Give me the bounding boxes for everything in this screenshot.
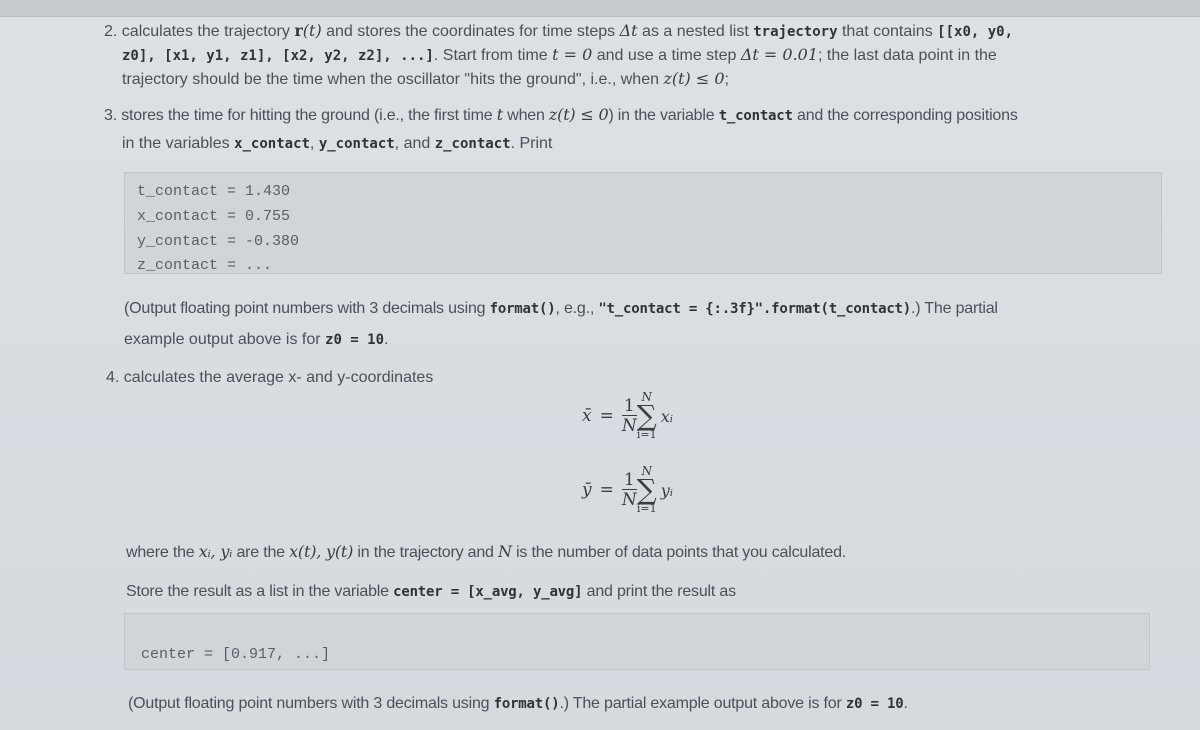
explain-line2: Store the result as a list in the variab…: [126, 583, 736, 600]
item3-number: 3.: [104, 107, 117, 124]
summation-symbol: N ∑ i=1: [636, 390, 657, 441]
explain-line1: where the xᵢ, yᵢ are the x(t), y(t) in t…: [126, 542, 847, 561]
output-example-contact: t_contact = 1.430 x_contact = 0.755 y_co…: [124, 172, 1162, 274]
code-list: z0], [x1, y1, z1], [x2, y2, z2], ...]: [122, 48, 434, 64]
formula-x-average: x̄ = 1 N N ∑ i=1 xᵢ: [582, 390, 673, 441]
top-bar: [0, 0, 1200, 17]
item4-line: 4. calculates the average x- and y-coord…: [106, 369, 434, 386]
output-line: t_contact = 1.430: [137, 183, 291, 200]
output-line: x_contact = 0.755: [137, 208, 291, 225]
item2-line3: trajectory should be the time when the o…: [122, 69, 729, 88]
output-line: z_contact = ...: [137, 257, 273, 274]
code-trajectory: trajectory: [753, 24, 838, 40]
output-line: y_contact = -0.380: [137, 233, 300, 250]
item2-number: 2.: [104, 23, 118, 40]
code-center: center = [x_avg, y_avg]: [393, 584, 583, 600]
note1-line2: example output above is for z0 = 10.: [124, 331, 389, 348]
item3-line2: in the variables x_contact, y_contact, a…: [122, 135, 553, 152]
formula-y-average: ȳ = 1 N N ∑ i=1 yᵢ: [582, 464, 673, 515]
item2-line1: 2. calculates the trajectory r(t) and st…: [104, 21, 1014, 40]
note2-line: (Output floating point numbers with 3 de…: [128, 695, 908, 712]
output-line: center = [0.917, ...]: [141, 646, 331, 663]
assignment-page: 2. calculates the trajectory r(t) and st…: [0, 17, 1200, 730]
summation-symbol: N ∑ i=1: [636, 464, 657, 515]
item3-line1: 3. stores the time for hitting the groun…: [104, 105, 1018, 124]
item2-line2: z0], [x1, y1, z1], [x2, y2, z2], ...]. S…: [122, 45, 997, 64]
math-delta-t: Δt: [619, 21, 638, 40]
note1-line1: (Output floating point numbers with 3 de…: [124, 300, 998, 317]
output-example-center: center = [0.917, ...]: [124, 613, 1150, 670]
math-r: r: [294, 21, 303, 40]
code-t-contact: t_contact: [718, 108, 793, 124]
item4-number: 4.: [106, 369, 120, 386]
